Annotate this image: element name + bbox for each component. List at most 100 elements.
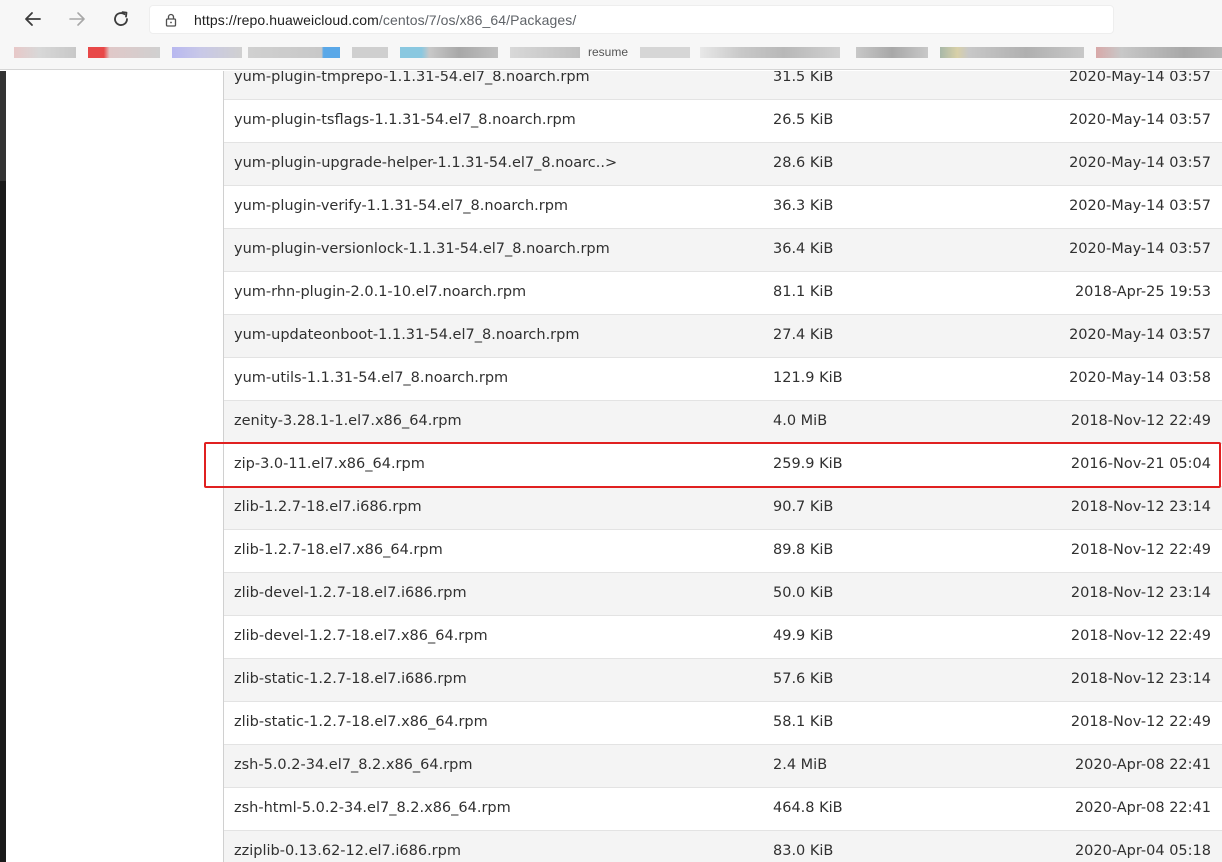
file-date: 2018-Apr-25 19:53 xyxy=(1074,284,1211,300)
file-name-link[interactable]: zlib-static-1.2.7-18.el7.x86_64.rpm xyxy=(234,714,488,730)
file-date: 2020-Apr-04 05:18 xyxy=(1074,843,1211,859)
bookmark-item[interactable] xyxy=(640,47,690,58)
bookmark-item[interactable] xyxy=(510,47,580,58)
file-size: 28.6 KiB xyxy=(773,155,834,171)
bookmark-item[interactable] xyxy=(88,47,160,58)
bookmark-item[interactable] xyxy=(700,47,840,58)
file-size: 31.5 KiB xyxy=(773,71,834,85)
table-row: zenity-3.28.1-1.el7.x86_64.rpm 4.0 MiB 201… xyxy=(224,401,1222,444)
file-name-link[interactable]: zlib-1.2.7-18.el7.x86_64.rpm xyxy=(234,542,443,558)
reload-icon xyxy=(114,11,128,26)
file-size: 2.4 MiB xyxy=(773,757,828,773)
bookmark-item[interactable] xyxy=(248,47,340,58)
file-size: 81.1 KiB xyxy=(773,284,834,300)
file-date: 2020-May-14 03:57 xyxy=(1069,198,1211,214)
table-row: yum-plugin-tsflags-1.1.31-54.el7_8.noarc… xyxy=(224,100,1222,143)
file-date: 2020-Apr-08 22:41 xyxy=(1074,800,1211,816)
back-button[interactable] xyxy=(19,5,47,33)
table-row: yum-plugin-tmprepo-1.1.31-54.el7_8.noarc… xyxy=(224,71,1222,100)
file-name-link[interactable]: zenity-3.28.1-1.el7.x86_64.rpm xyxy=(234,413,462,429)
file-size: 36.4 KiB xyxy=(773,241,834,257)
file-size: 36.3 KiB xyxy=(773,198,834,214)
file-date: 2020-May-14 03:57 xyxy=(1069,327,1211,343)
file-name-link[interactable]: zsh-html-5.0.2-34.el7_8.2.x86_64.rpm xyxy=(234,800,511,816)
table-row: yum-updateonboot-1.1.31-54.el7_8.noarch.… xyxy=(224,315,1222,358)
file-name-link[interactable]: zziplib-0.13.62-12.el7.i686.rpm xyxy=(234,843,461,859)
file-size: 57.6 KiB xyxy=(773,671,834,687)
file-name-link[interactable]: zsh-5.0.2-34.el7_8.2.x86_64.rpm xyxy=(234,757,473,773)
file-date: 2018-Nov-12 23:14 xyxy=(1070,499,1211,515)
file-date: 2016-Nov-21 05:04 xyxy=(1070,456,1211,472)
file-date: 2018-Nov-12 23:14 xyxy=(1070,671,1211,687)
file-date: 2020-Apr-08 22:41 xyxy=(1074,757,1211,773)
file-size: 121.9 KiB xyxy=(773,370,843,386)
bookmark-item[interactable] xyxy=(172,47,242,58)
file-name-link[interactable]: zip-3.0-11.el7.x86_64.rpm xyxy=(234,456,425,472)
table-row: zlib-static-1.2.7-18.el7.i686.rpm 57.6 Ki… xyxy=(224,659,1222,702)
file-size: 89.8 KiB xyxy=(773,542,834,558)
file-size: 50.0 KiB xyxy=(773,585,834,601)
bookmark-item[interactable] xyxy=(940,47,1084,58)
table-row: zlib-devel-1.2.7-18.el7.i686.rpm 50.0 KiB… xyxy=(224,573,1222,616)
file-date: 2018-Nov-12 22:49 xyxy=(1070,542,1211,558)
file-size: 464.8 KiB xyxy=(773,800,843,816)
bookmark-item[interactable] xyxy=(352,47,388,58)
arrow-left-icon xyxy=(25,12,41,26)
address-bar[interactable]: https://repo.huaweicloud.com/centos/7/os… xyxy=(149,5,1114,34)
url-path: /centos/7/os/x86_64/Packages/ xyxy=(378,12,577,28)
file-name-link[interactable]: zlib-static-1.2.7-18.el7.i686.rpm xyxy=(234,671,467,687)
file-date: 2020-May-14 03:57 xyxy=(1069,155,1211,171)
file-name-link[interactable]: yum-plugin-tsflags-1.1.31-54.el7_8.noarc… xyxy=(234,112,576,128)
file-date: 2020-May-14 03:58 xyxy=(1069,370,1211,386)
bookmark-item[interactable] xyxy=(856,47,928,58)
file-name-link[interactable]: zlib-devel-1.2.7-18.el7.i686.rpm xyxy=(234,585,467,601)
file-size: 49.9 KiB xyxy=(773,628,834,644)
table-row: yum-plugin-versionlock-1.1.31-54.el7_8.n… xyxy=(224,229,1222,272)
file-date: 2018-Nov-12 23:14 xyxy=(1070,585,1211,601)
file-name-link[interactable]: yum-rhn-plugin-2.0.1-10.el7.noarch.rpm xyxy=(234,284,526,300)
browser-window: https://repo.huaweicloud.com/centos/7/os… xyxy=(0,0,1222,862)
browser-toolbar: https://repo.huaweicloud.com/centos/7/os… xyxy=(0,0,1222,38)
file-name-link[interactable]: yum-plugin-tmprepo-1.1.31-54.el7_8.noarc… xyxy=(234,71,590,85)
file-date: 2020-May-14 03:57 xyxy=(1069,241,1211,257)
reload-button[interactable] xyxy=(107,5,135,33)
page-content: yum-plugin-tmprepo-1.1.31-54.el7_8.noarc… xyxy=(0,71,1222,862)
file-size: 83.0 KiB xyxy=(773,843,834,859)
lock-icon[interactable] xyxy=(163,12,179,28)
url-text[interactable]: https://repo.huaweicloud.com/centos/7/os… xyxy=(194,12,576,28)
bookmark-label[interactable]: resume xyxy=(588,45,628,59)
file-date: 2018-Nov-12 22:49 xyxy=(1070,628,1211,644)
table-row: zlib-1.2.7-18.el7.i686.rpm 90.7 KiB 2018-N… xyxy=(224,487,1222,530)
bookmark-item[interactable] xyxy=(14,47,76,58)
file-date: 2020-May-14 03:57 xyxy=(1069,112,1211,128)
file-name-link[interactable]: yum-plugin-verify-1.1.31-54.el7_8.noarch… xyxy=(234,198,568,214)
table-row: yum-plugin-upgrade-helper-1.1.31-54.el7_… xyxy=(224,143,1222,186)
table-row: yum-rhn-plugin-2.0.1-10.el7.noarch.rpm 81… xyxy=(224,272,1222,315)
file-size: 4.0 MiB xyxy=(773,413,828,429)
bookmark-item[interactable] xyxy=(1096,47,1222,58)
url-host: https://repo.huaweicloud.com xyxy=(194,12,379,28)
file-name-link[interactable]: yum-utils-1.1.31-54.el7_8.noarch.rpm xyxy=(234,370,508,386)
file-size: 26.5 KiB xyxy=(773,112,834,128)
file-size: 58.1 KiB xyxy=(773,714,834,730)
file-name-link[interactable]: yum-plugin-versionlock-1.1.31-54.el7_8.n… xyxy=(234,241,610,257)
file-name-link[interactable]: zlib-1.2.7-18.el7.i686.rpm xyxy=(234,499,422,515)
table-row: yum-plugin-verify-1.1.31-54.el7_8.noarch… xyxy=(224,186,1222,229)
table-row: zip-3.0-11.el7.x86_64.rpm 259.9 KiB 2016-N… xyxy=(224,444,1222,487)
bookmarks-bar: resume xyxy=(0,38,1222,70)
left-margin xyxy=(6,71,224,862)
file-name-link[interactable]: zlib-devel-1.2.7-18.el7.x86_64.rpm xyxy=(234,628,488,644)
file-size: 90.7 KiB xyxy=(773,499,834,515)
file-date: 2018-Nov-12 22:49 xyxy=(1070,714,1211,730)
file-name-link[interactable]: yum-updateonboot-1.1.31-54.el7_8.noarch.… xyxy=(234,327,579,343)
table-row: yum-utils-1.1.31-54.el7_8.noarch.rpm 121.… xyxy=(224,358,1222,401)
bookmark-item[interactable] xyxy=(400,47,498,58)
file-name-link[interactable]: yum-plugin-upgrade-helper-1.1.31-54.el7_… xyxy=(234,155,617,171)
table-row: zlib-static-1.2.7-18.el7.x86_64.rpm 58.1 … xyxy=(224,702,1222,745)
table-row: zziplib-0.13.62-12.el7.i686.rpm 83.0 KiB 2… xyxy=(224,831,1222,862)
forward-button[interactable] xyxy=(63,5,91,33)
file-size: 259.9 KiB xyxy=(773,456,843,472)
table-row: zlib-1.2.7-18.el7.x86_64.rpm 89.8 KiB 2018… xyxy=(224,530,1222,573)
file-listing-table: yum-plugin-tmprepo-1.1.31-54.el7_8.noarc… xyxy=(223,71,1222,862)
file-date: 2020-May-14 03:57 xyxy=(1069,71,1211,85)
